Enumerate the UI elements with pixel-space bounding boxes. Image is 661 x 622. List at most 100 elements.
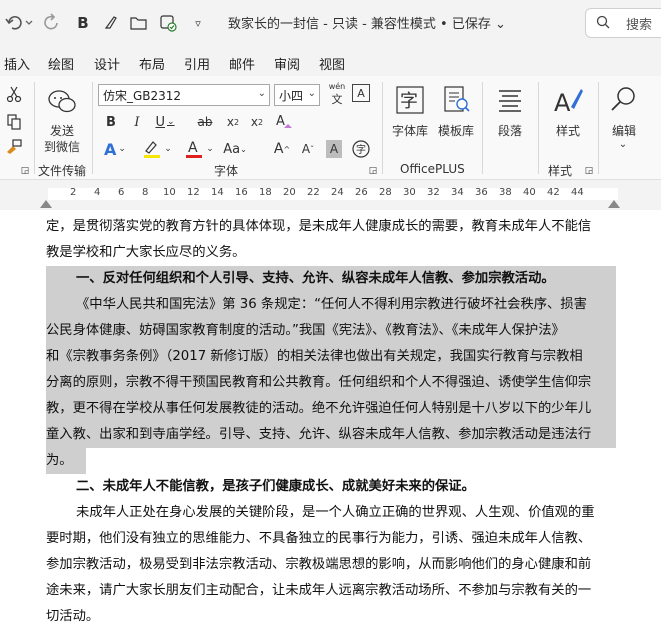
cut-icon[interactable] [4,84,24,104]
document-line: 要时期，他们没有独立的思维能力、不具备独立的民事行为能力，引诱、强迫未成年人信教… [46,531,592,546]
document-line: 定，是贯彻落实党的教育方针的具体体现，是未成年人健康成长的需要，教育未成年人不能… [46,219,592,234]
format-painter-icon[interactable] [4,136,24,156]
styles-label[interactable]: 样式 [548,122,588,139]
paragraph-icon[interactable] [494,86,526,116]
search-box[interactable]: 搜索 [585,8,661,38]
bold-quick-icon[interactable]: B [72,12,94,34]
ruler-number: 24 [331,187,344,198]
undo-icon[interactable] [4,12,34,34]
copy-icon[interactable] [4,112,24,132]
template-library-icon[interactable] [440,84,472,116]
clipboard-launcher-icon[interactable]: ◲ [20,166,30,176]
shrink-font-button[interactable]: Aˇ [298,138,318,160]
strikethrough-button[interactable]: ab [194,112,216,132]
grow-font-button[interactable]: A ^ [272,138,292,160]
tab-draw[interactable]: 绘图 [48,54,74,73]
ruler-number: 36 [475,187,488,198]
ruler-number: 22 [307,187,320,198]
font-library-icon[interactable]: 字 [394,84,426,116]
ruler-number: 28 [379,187,392,198]
wechat-icon[interactable] [46,86,78,118]
subscript-button[interactable]: x2 [224,112,242,132]
highlight-color-button[interactable]: ⌄ [140,138,174,160]
tab-mailings[interactable]: 邮件 [229,54,255,73]
svg-text:A: A [276,114,285,129]
italic-button[interactable]: I [128,112,146,132]
section-heading-1: 一、反对任何组织和个人引导、支持、允许、纵容未成年人信教、参加宗教活动。 [46,266,616,292]
send-wechat-label[interactable]: 发送 [46,122,78,139]
ruler-number: 4 [94,187,101,198]
text-effects-button[interactable]: A ⌄ [100,138,130,160]
enclose-char-icon[interactable]: 字 [350,138,372,160]
title-bar: B ▿ 致家长的一封信 - 只读 - 兼容性模式 • 已保存 ⌄ 搜索 [0,0,661,46]
section-heading-2: 二、未成年人不能信教，是孩子们健康成长、成就美好未来的保证。 [76,479,475,494]
tab-review[interactable]: 审阅 [274,54,300,73]
ruler-number: 34 [451,187,464,198]
customize-quick-access-icon[interactable]: ▿ [188,12,208,34]
document-line-selected: 和《宗教事务条例》（2017 新修订版）的相关法律也做出有关规定，我国实行教育与… [46,344,616,370]
officeplus-group-label: OfficePLUS [400,162,465,176]
font-library-label[interactable]: 字体库 [388,122,432,139]
document-line-selected: 《中华人民共和国宪法》第 36 条规定：“任何人不得利用宗教进行破坏社会秩序、损… [46,292,616,318]
change-case-button[interactable]: Aa ⌄ [223,138,247,160]
left-indent-marker[interactable] [40,200,52,208]
horizontal-ruler[interactable]: 2 4 6 8 10 12 14 16 18 20 22 24 26 28 30… [0,180,661,210]
styles-launcher-icon[interactable]: ◲ [584,166,594,176]
font-name-value: 仿宋_GB2312 [103,88,182,103]
document-line: 途未来，请广大家长朋友们主动配合，让未成年人远离宗教活动场所、不参加与宗教有关的… [46,583,592,598]
ruler-number: 14 [211,187,224,198]
document-page[interactable]: 定，是贯彻落实党的教育方针的具体体现，是未成年人健康成长的需要，教育未成年人不能… [0,210,661,622]
document-line: 切活动。 [46,609,100,622]
font-launcher-icon[interactable]: ◲ [368,166,378,176]
ruler-number: 38 [499,187,512,198]
right-indent-marker[interactable] [608,200,620,208]
char-border-button[interactable]: A [352,84,370,102]
tab-references[interactable]: 引用 [184,54,210,73]
phonetic-guide-button[interactable]: wén 文 [324,82,350,106]
styles-icon[interactable]: A [550,84,586,118]
clear-format-icon[interactable]: A [274,110,294,132]
document-line: 参加宗教活动，极易受到非法宗教活动、宗教极端思想的影响，从而影响他们的身心健康和… [46,557,592,572]
edit-label[interactable]: 编辑 [604,122,644,139]
chevron-down-icon: ⌄ [307,88,316,99]
ruler-number: 10 [163,187,176,198]
search-icon [596,14,610,33]
edit-search-icon[interactable] [608,84,640,116]
tab-insert[interactable]: 插入 [4,54,30,73]
open-folder-icon[interactable] [128,12,150,34]
menu-bar: 插入 绘图 设计 布局 引用 邮件 审阅 视图 [0,46,661,76]
tab-design[interactable]: 设计 [94,54,120,73]
paragraph-label[interactable]: 段落 [492,122,528,139]
redo-icon[interactable] [40,12,64,34]
print-preview-icon[interactable] [156,12,180,34]
underline-button[interactable]: U ⌄ [154,112,176,132]
send-wechat-label-2[interactable]: 到微信 [40,138,84,155]
superscript-button[interactable]: x2 [248,112,266,132]
ruler-number: 12 [187,187,200,198]
document-line-selected: 公民身体健康、妨碍国家教育制度的活动。”我国《宪法》、《教育法》、《未成年人保护… [46,318,616,344]
document-title[interactable]: 致家长的一封信 - 只读 - 兼容性模式 • 已保存 ⌄ [228,13,506,32]
file-transfer-group-label: 文件传输 [38,164,87,178]
bold-button[interactable]: B [102,112,120,132]
ruler-number: 40 [523,187,536,198]
tab-view[interactable]: 视图 [319,54,345,73]
ruler-number: 26 [355,187,368,198]
template-library-label[interactable]: 模板库 [434,122,478,139]
document-line-selected: 分离的原则，宗教不得干预国民教育和公共教育。任何组织和个人不得强迫、诱使学生信仰… [46,370,616,396]
styles-group-label: 样式 [548,164,573,178]
document-line: 未成年人正处在身心发展的关键阶段，是一个人确立正确的世界观、人生观、价值观的重 [76,505,595,520]
chevron-down-icon: ⌄ [257,88,266,99]
char-shading-button[interactable]: A [326,140,342,158]
ruler-number: 30 [403,187,416,198]
svg-text:字: 字 [400,91,418,112]
font-size-dropdown[interactable]: 小四 ⌄ [274,84,320,106]
format-painter-quick-icon[interactable] [100,12,122,34]
ruler-number: 42 [547,187,560,198]
svg-text:A: A [554,89,571,117]
tab-layout[interactable]: 布局 [139,54,165,73]
chevron-down-icon[interactable]: ⌄ [616,138,630,150]
ruler-number: 44 [571,187,584,198]
svg-text:字: 字 [356,143,366,156]
font-name-dropdown[interactable]: 仿宋_GB2312 ⌄ [98,84,270,106]
font-color-button[interactable]: A ⌄ [182,138,216,160]
